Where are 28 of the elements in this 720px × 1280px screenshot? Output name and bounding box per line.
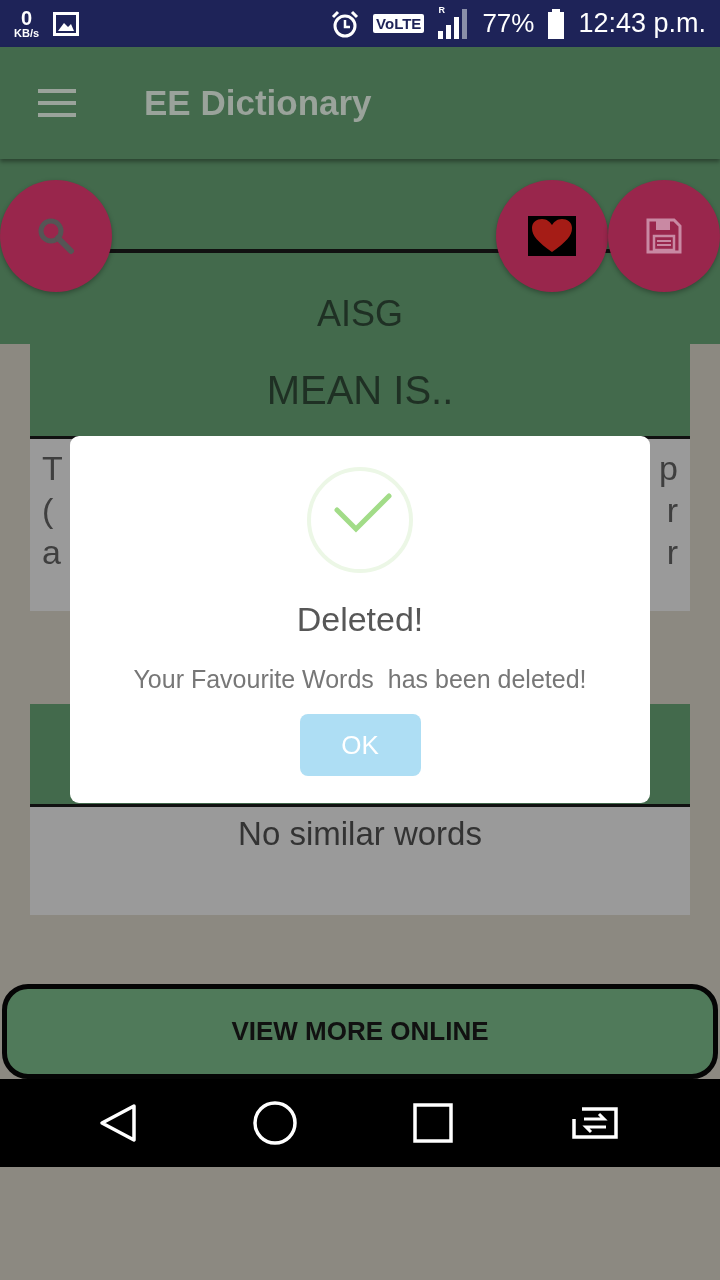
definition-text: r — [666, 532, 678, 573]
meaning-heading: MEAN IS.. — [266, 367, 454, 413]
definition-text: ( — [42, 490, 54, 531]
search-icon — [37, 217, 75, 255]
battery-percent: 77% — [482, 8, 535, 39]
home-icon[interactable] — [253, 1101, 298, 1145]
battery-icon — [548, 8, 565, 39]
definition-text: T — [42, 448, 63, 489]
roaming-indicator: R — [438, 4, 445, 15]
dialog-message: Your Favourite Words has been deleted! — [133, 665, 587, 694]
network-badge: VoLTE — [373, 14, 425, 33]
view-more-online-button[interactable]: VIEW MORE ONLINE — [2, 984, 718, 1079]
signal-icon — [438, 8, 469, 39]
back-icon[interactable] — [97, 1103, 138, 1143]
clock-time: 12:43 p.m. — [578, 8, 706, 39]
image-icon — [53, 11, 80, 36]
definition-text: p — [659, 448, 678, 489]
alarm-icon — [331, 9, 360, 38]
word-heading: AISG — [316, 293, 404, 335]
app-title: EE Dictionary — [144, 83, 372, 123]
definition-text: a — [42, 532, 61, 573]
dialog-title: Deleted! — [296, 600, 424, 639]
similar-words-text: No similar words — [238, 815, 482, 854]
checkmark-icon — [306, 466, 414, 574]
definition-text: r — [666, 490, 678, 531]
speed-unit: KB/s — [14, 28, 40, 39]
data-speed: 0 — [20, 8, 33, 28]
recents-icon[interactable] — [412, 1103, 453, 1143]
